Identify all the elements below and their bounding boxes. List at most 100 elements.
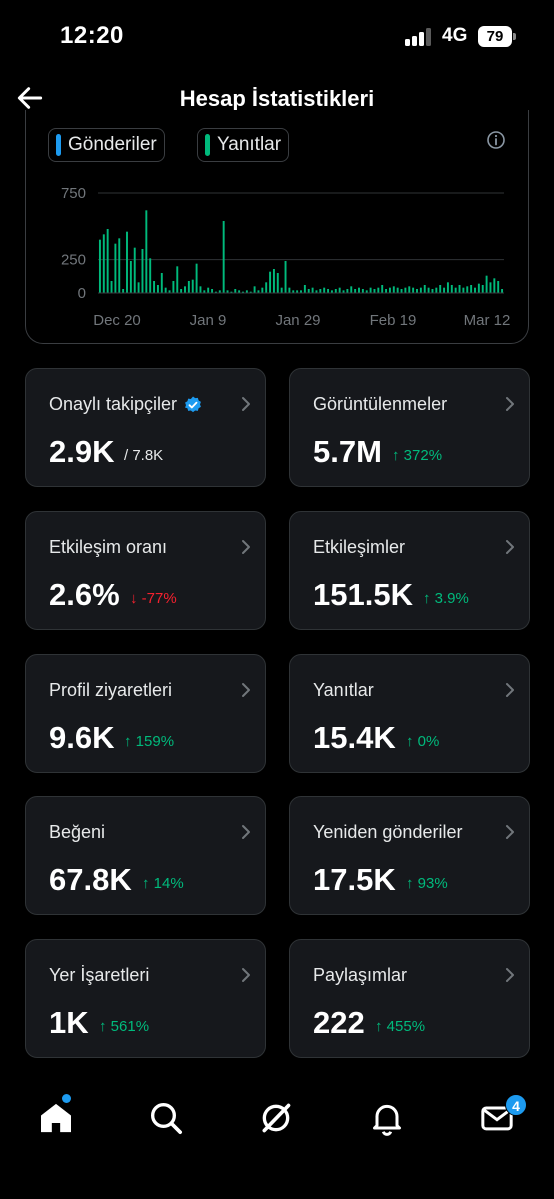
stat-value: 15.4K [313, 720, 396, 755]
chart-bar [160, 273, 163, 293]
network-type: 4G [442, 25, 468, 46]
stat-card[interactable]: Etkileşim oranı 2.6% ↓ -77% [25, 511, 266, 630]
legend-label-replies: Yanıtlar [217, 134, 282, 155]
chart-bar [180, 289, 183, 293]
y-tick-label: 250 [61, 252, 86, 269]
chart-bar [450, 285, 453, 293]
stat-change: ↑ 561% [99, 1018, 150, 1035]
chart-bar [493, 278, 496, 293]
stat-change: ↑ 372% [392, 447, 443, 464]
chart-bar [435, 287, 438, 293]
chart-bar [284, 261, 287, 293]
chart-bar [129, 261, 132, 293]
stat-change: ↑ 0% [406, 733, 440, 750]
chart-bar [443, 287, 446, 293]
stat-card[interactable]: Onaylı takipçiler 2.9K / 7.8K [25, 368, 266, 487]
chevron-right-icon [242, 968, 250, 982]
chart-bar [106, 229, 109, 293]
chart-bar [207, 287, 210, 293]
chart-bar [164, 287, 167, 293]
chart-bar [354, 289, 357, 293]
stat-card[interactable]: Yer İşaretleri 1K ↑ 561% [25, 939, 266, 1058]
chart-bar [358, 287, 360, 293]
chart-bar [191, 279, 194, 293]
stat-change: ↓ -77% [130, 590, 177, 607]
chart-bar [122, 289, 125, 293]
stat-card-label: Yeniden gönderiler [313, 822, 462, 843]
x-tick-label: Jan 29 [275, 312, 320, 329]
page-title: Hesap İstatistikleri [179, 86, 375, 111]
chart-bar [261, 287, 264, 293]
stat-card[interactable]: Yanıtlar 15.4K ↑ 0% [289, 654, 530, 773]
stat-value: 2.6% [49, 577, 120, 612]
chart-bar [497, 281, 500, 293]
stat-card[interactable]: Beğeni 67.8K ↑ 14% [25, 796, 266, 915]
x-tick-label: Mar 12 [464, 312, 511, 329]
stat-label-text: Profil ziyaretleri [49, 680, 173, 700]
chart-bar [303, 285, 306, 293]
bar-chart: 750 250 0 Dec 20 Jan 9 Jan 29 Feb 19 Mar 12 [61, 185, 511, 329]
chart-bar [126, 231, 128, 293]
chart-bar [431, 289, 434, 293]
chart-bar [276, 273, 279, 293]
stat-card[interactable]: Yeniden gönderiler 17.5K ↑ 93% [289, 796, 530, 915]
chart-bar [133, 247, 136, 293]
stat-value: 2.9K [49, 434, 115, 469]
legend-posts[interactable]: Gönderiler [48, 128, 165, 162]
verified-badge-icon [185, 396, 201, 412]
chart-bar [137, 282, 140, 293]
chart-bar [477, 283, 480, 293]
chevron-right-icon [506, 968, 514, 982]
stat-card[interactable]: Profil ziyaretleri 9.6K ↑ 159% [25, 654, 266, 773]
chart-bar [265, 282, 268, 293]
stat-label-text: Etkileşimler [313, 537, 406, 557]
chart-bar [98, 239, 101, 293]
stat-card-label: Görüntülenmeler [313, 394, 447, 415]
stat-card-label: Beğeni [49, 822, 105, 843]
chart-bar [404, 287, 407, 293]
signal-strength-icon [405, 28, 435, 46]
stat-label-text: Onaylı takipçiler [49, 394, 178, 414]
legend-replies[interactable]: Yanıtlar [197, 128, 290, 162]
battery-icon: 79 [478, 26, 512, 47]
stat-change: ↑ 93% [406, 875, 448, 892]
chart-bar [288, 287, 291, 293]
chart-bar [388, 287, 391, 293]
chart-bar [269, 271, 272, 293]
tab-grok[interactable] [256, 1098, 296, 1138]
stat-change: ↑ 14% [142, 875, 184, 892]
stat-card[interactable]: Görüntülenmeler 5.7M ↑ 372% [289, 368, 530, 487]
tab-search[interactable] [146, 1098, 186, 1138]
chart-bar [327, 289, 330, 293]
search-icon [151, 1103, 183, 1134]
chart-bar [408, 286, 411, 293]
chart-bar [346, 289, 349, 293]
chart-bar [280, 287, 283, 293]
legend-label-posts: Gönderiler [68, 134, 157, 155]
y-tick-label: 0 [78, 285, 86, 302]
chart-bar [253, 286, 256, 293]
chart-bar [149, 258, 152, 293]
stat-change: ↑ 455% [375, 1018, 426, 1035]
chevron-right-icon [506, 683, 514, 697]
chart-bar [381, 285, 384, 293]
chart-bar [501, 289, 504, 293]
chart-bar [338, 287, 341, 293]
stat-label-text: Paylaşımlar [313, 965, 408, 985]
stat-card-label: Paylaşımlar [313, 965, 407, 986]
tab-notifications[interactable] [367, 1098, 407, 1138]
chevron-right-icon [506, 397, 514, 411]
chart-bar [114, 243, 117, 293]
chart-bar [446, 282, 449, 293]
stat-card[interactable]: Paylaşımlar 222 ↑ 455% [289, 939, 530, 1058]
chart-bar [419, 287, 422, 293]
stat-value: 1K [49, 1005, 89, 1040]
stat-value: 9.6K [49, 720, 115, 755]
chart-bar [176, 266, 179, 293]
info-icon[interactable] [486, 130, 506, 150]
tab-home[interactable] [36, 1098, 76, 1138]
chart-bar [319, 289, 322, 293]
stat-value: 151.5K [313, 577, 413, 612]
stat-card[interactable]: Etkileşimler 151.5K ↑ 3.9% [289, 511, 530, 630]
stat-label-text: Etkileşim oranı [49, 537, 168, 557]
